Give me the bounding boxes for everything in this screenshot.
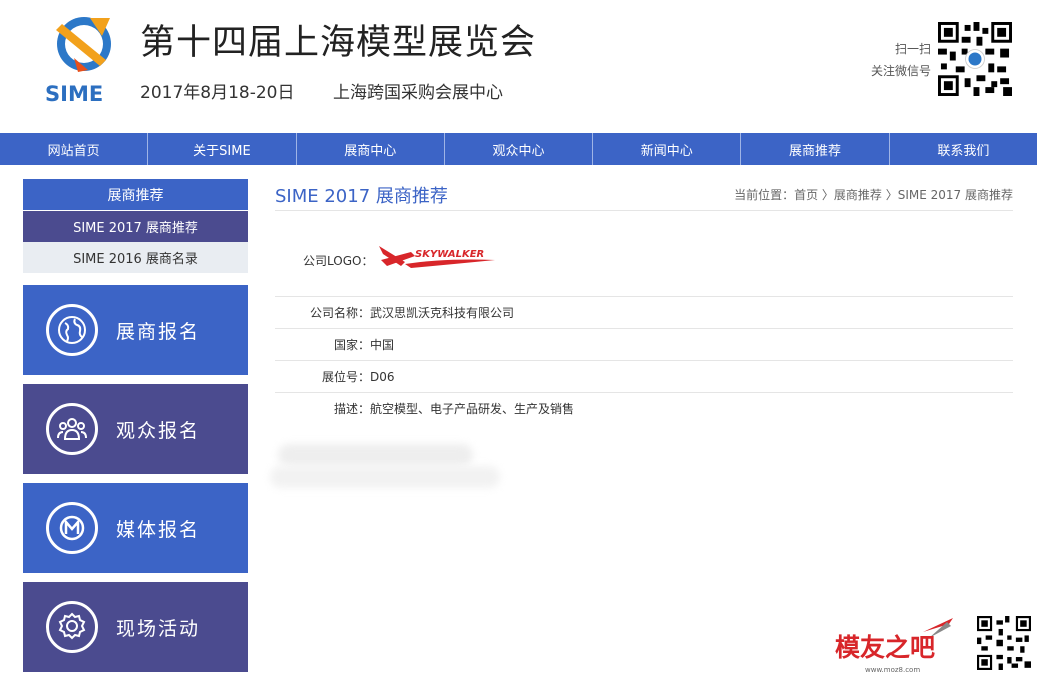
info-label-description: 描述： [333,402,370,416]
blurred-content [270,466,500,488]
watermark-text: 模友之吧 [835,633,935,662]
info-row-country: 国家： 中国 [275,328,1013,360]
nav-item-news[interactable]: 新闻中心 [593,133,742,165]
sidebar-header: 展商推荐 [23,179,248,210]
sime-logo[interactable]: SIME [44,8,124,106]
info-row-description: 描述： 航空模型、电子产品研发、生产及销售 [275,392,1013,424]
wechat-line2: 关注微信号 [870,64,931,78]
info-value-booth: D06 [370,369,395,384]
blurred-content [278,444,473,466]
people-icon [46,403,98,455]
info-value-country: 中国 [370,338,395,352]
onsite-activity-button[interactable]: 现场活动 [23,582,248,672]
logo-text: SIME [45,82,103,106]
info-value-description: 航空模型、电子产品研发、生产及销售 [370,402,575,416]
info-value-company: 武汉思凯沃克科技有限公司 [370,306,515,320]
visitor-register-label: 观众报名 [116,419,201,442]
wechat-prompt: 扫一扫 关注微信号 [871,38,931,82]
media-register-label: 媒体报名 [116,518,201,541]
page-title: SIME 2017 展商推荐 [275,186,448,207]
nav-item-home[interactable]: 网站首页 [0,133,149,165]
info-label-booth: 展位号： [321,370,370,384]
wechat-qr-icon [938,22,1012,96]
visitor-register-button[interactable]: 观众报名 [23,384,248,474]
company-logo-text: SKYWALKER [415,249,484,260]
info-label-country: 国家： [333,338,370,352]
media-register-button[interactable]: 媒体报名 [23,483,248,573]
sidebar-item-2016[interactable]: SIME 2016 展商名录 [23,242,248,273]
main-nav: 网站首页 关于SIME 展商中心 观众中心 新闻中心 展商推荐 联系我们 [0,133,1037,165]
skywalker-logo: SKYWALKER [379,246,495,268]
exhibitor-register-label: 展商报名 [116,320,201,343]
nav-item-contact[interactable]: 联系我们 [890,133,1037,165]
site-header: SIME 第十四届上海模型展览会 2017年8月18-20日 上海跨国采购会展中… [0,0,1037,133]
nav-item-about[interactable]: 关于SIME [148,133,297,165]
exhibitor-register-button[interactable]: 展商报名 [23,285,248,375]
media-m-icon [46,502,98,554]
info-row-company: 公司名称： 武汉思凯沃克科技有限公司 [275,296,1013,328]
info-row-booth: 展位号： D06 [275,360,1013,392]
bottom-qr-icon [977,616,1031,670]
title-divider [275,210,1013,211]
nav-item-recommend[interactable]: 展商推荐 [741,133,890,165]
company-logo-row: 公司LOGO： SKYWALKER [275,230,1013,286]
exhibition-venue: 上海跨国采购会展中心 [333,83,503,103]
badge-icon [46,601,98,653]
company-logo-label: 公司LOGO： [303,254,374,268]
info-label-company: 公司名称： [309,306,370,320]
watermark-url: www.moz8.com [865,666,920,674]
exhibition-date: 2017年8月18-20日 [140,83,295,103]
nav-item-exhibitors[interactable]: 展商中心 [297,133,445,165]
onsite-activity-label: 现场活动 [116,617,201,640]
site-title: 第十四届上海模型展览会 [140,23,537,63]
globe-icon [46,304,98,356]
sidebar-item-2017[interactable]: SIME 2017 展商推荐 [23,211,248,242]
breadcrumb[interactable]: 当前位置：首页 〉展商推荐 〉SIME 2017 展商推荐 [734,186,1013,203]
moz8-watermark: 模友之吧 www.moz8.com [835,618,953,674]
nav-item-visitors[interactable]: 观众中心 [445,133,594,165]
wechat-line1: 扫一扫 [894,42,931,56]
